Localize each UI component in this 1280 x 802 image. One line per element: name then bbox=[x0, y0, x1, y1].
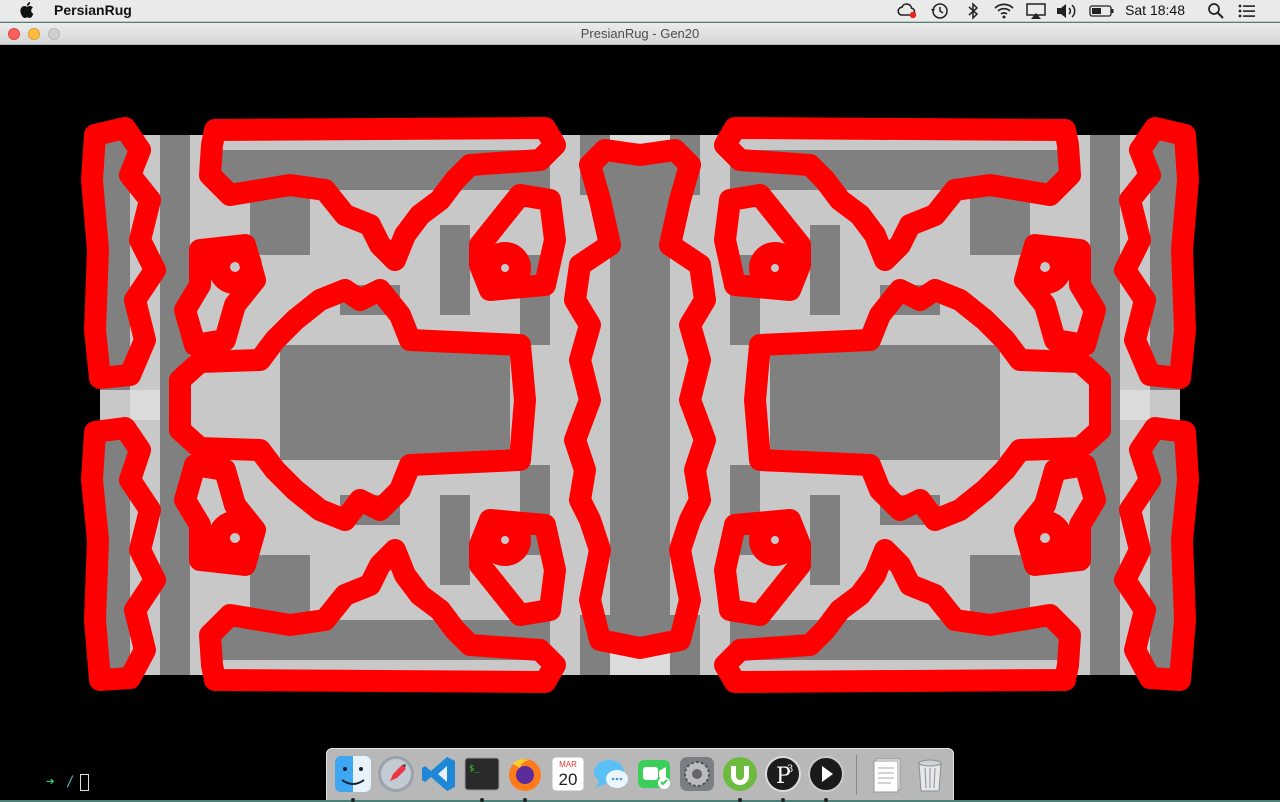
prompt-arrow: ➜ bbox=[46, 774, 55, 790]
messages-icon bbox=[594, 760, 628, 788]
notification-center-icon[interactable] bbox=[1237, 2, 1257, 20]
utorrent-icon bbox=[723, 757, 757, 791]
window-titlebar[interactable]: PresianRug - Gen20 bbox=[0, 23, 1280, 45]
calendar-month: MAR bbox=[559, 760, 577, 769]
facetime-icon bbox=[638, 760, 670, 789]
dock: $_ MAR 20 P 3 bbox=[326, 748, 954, 802]
dock-utorrent[interactable] bbox=[720, 754, 760, 802]
finder-icon bbox=[335, 756, 371, 792]
dock-messages[interactable] bbox=[591, 754, 631, 794]
creative-cloud-icon[interactable] bbox=[897, 2, 919, 20]
dock-processing[interactable]: P 3 bbox=[763, 754, 803, 802]
processing-icon: P 3 bbox=[765, 756, 801, 792]
svg-text:3: 3 bbox=[787, 764, 793, 775]
running-indicator bbox=[523, 798, 527, 802]
app-name-menu[interactable]: PersianRug bbox=[54, 2, 132, 18]
menubar-clock[interactable]: Sat 18:48 bbox=[1125, 2, 1185, 18]
dock-quicktime[interactable] bbox=[806, 754, 846, 802]
running-indicator bbox=[351, 798, 355, 802]
time-machine-icon[interactable] bbox=[930, 2, 950, 20]
running-indicator bbox=[480, 798, 484, 802]
running-indicator bbox=[824, 798, 828, 802]
dock-trash[interactable] bbox=[910, 754, 950, 794]
dock-system-preferences[interactable] bbox=[677, 754, 717, 794]
play-icon bbox=[808, 756, 844, 792]
vscode-icon bbox=[422, 757, 455, 791]
dock-firefox[interactable] bbox=[505, 754, 545, 802]
rug-pattern bbox=[100, 135, 1180, 675]
volume-icon[interactable] bbox=[1055, 2, 1079, 20]
menu-bar: PersianRug Sat 18:48 bbox=[0, 0, 1280, 22]
terminal-strip[interactable]: ➜ / bbox=[40, 765, 340, 800]
running-indicator bbox=[738, 798, 742, 802]
wifi-icon[interactable] bbox=[993, 2, 1015, 20]
dock-finder[interactable] bbox=[333, 754, 373, 802]
rug-canvas bbox=[81, 117, 1199, 693]
calendar-icon: MAR 20 bbox=[551, 756, 585, 792]
window-title: PresianRug - Gen20 bbox=[580, 26, 700, 41]
running-indicator bbox=[781, 798, 785, 802]
dock-vscode[interactable] bbox=[419, 754, 459, 794]
dock-terminal[interactable]: $_ bbox=[462, 754, 502, 802]
airplay-icon[interactable] bbox=[1025, 2, 1047, 20]
terminal-icon: $_ bbox=[464, 757, 500, 791]
minimize-button[interactable] bbox=[28, 28, 40, 40]
dock-separator bbox=[856, 755, 857, 795]
spotlight-icon[interactable] bbox=[1207, 2, 1225, 20]
firefox-icon bbox=[509, 759, 541, 791]
dock-documents-stack[interactable] bbox=[867, 754, 907, 794]
battery-icon[interactable] bbox=[1089, 2, 1115, 20]
sketch-window: PresianRug - Gen20 ➜ / bbox=[0, 23, 1280, 800]
dock-launchpad[interactable] bbox=[376, 754, 416, 794]
zoom-button[interactable] bbox=[48, 28, 60, 40]
close-button[interactable] bbox=[8, 28, 20, 40]
bluetooth-icon[interactable] bbox=[966, 2, 980, 20]
launchpad-rocket-icon bbox=[378, 756, 414, 792]
terminal-cursor bbox=[80, 774, 89, 791]
calendar-day: 20 bbox=[559, 770, 578, 789]
gear-icon bbox=[680, 757, 714, 791]
dock-calendar[interactable]: MAR 20 bbox=[548, 754, 588, 794]
document-icon bbox=[873, 758, 901, 793]
apple-menu-icon[interactable] bbox=[20, 1, 36, 19]
prompt-path: / bbox=[66, 774, 75, 790]
svg-text:$_: $_ bbox=[469, 764, 480, 774]
dock-facetime[interactable] bbox=[634, 754, 674, 794]
trash-icon bbox=[918, 759, 942, 792]
